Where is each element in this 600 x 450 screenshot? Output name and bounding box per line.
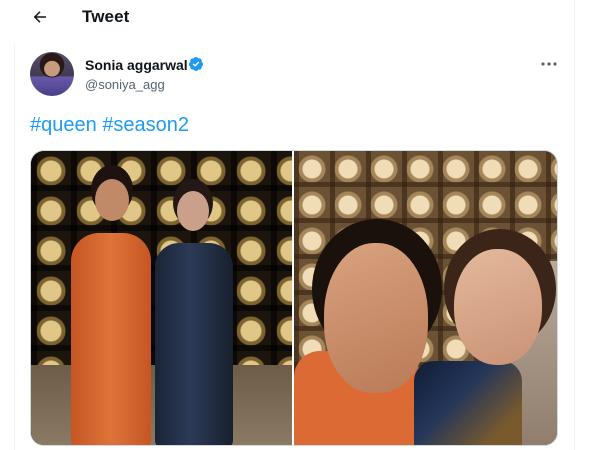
face-left (324, 243, 428, 393)
media-photo-2[interactable] (292, 151, 557, 445)
saree-outfit (414, 361, 522, 445)
hashtag-season2[interactable]: #season2 (102, 114, 189, 136)
tweet-text: #queen #season2 (30, 114, 189, 137)
woman-in-saree (155, 243, 233, 445)
avatar[interactable] (30, 52, 74, 96)
timeline-border-right (574, 0, 575, 450)
author-handle[interactable]: @soniya_agg (85, 77, 165, 92)
author-display-name[interactable]: Sonia aggarwal (85, 57, 188, 73)
woman-in-orange (71, 233, 151, 445)
page-title: Tweet (82, 7, 130, 26)
woman-in-saree-head (177, 191, 209, 231)
back-button[interactable] (28, 5, 52, 29)
hashtag-queen[interactable]: #queen (30, 114, 97, 136)
media-photo-1[interactable] (31, 151, 292, 445)
more-dots-icon (541, 62, 557, 66)
arrow-left-icon (33, 11, 46, 23)
timeline-border-left (14, 44, 15, 450)
more-button[interactable] (538, 56, 560, 72)
media-grid (30, 150, 558, 446)
face-right (454, 249, 542, 365)
verified-badge-icon (188, 57, 203, 71)
woman-in-orange-head (95, 179, 129, 221)
header-bar: Tweet (0, 0, 574, 36)
